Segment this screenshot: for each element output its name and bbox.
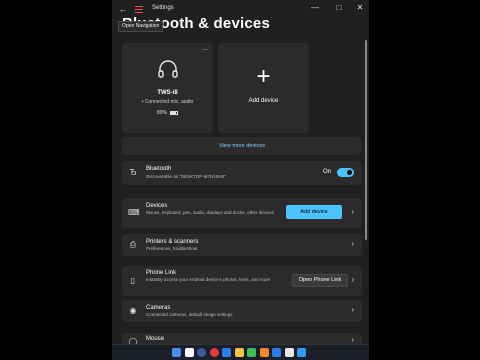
- bluetooth-icon: Ђ: [129, 168, 137, 177]
- mouse-icon: ◯: [128, 337, 138, 344]
- camera-icon: ◉: [129, 306, 137, 315]
- devices-subtitle: Mouse, keyboard, pen, audio, displays an…: [146, 210, 274, 215]
- store-icon[interactable]: [247, 348, 256, 357]
- notepad-icon[interactable]: [284, 348, 294, 357]
- device-battery: 80%: [122, 110, 213, 116]
- device-card-tws-i8[interactable]: ... TWS-i8 • Connected mic, audio 80%: [122, 43, 213, 133]
- settings-window: ← Settings — □ ✕ Bluetooth & devices Ope…: [112, 0, 369, 344]
- file-explorer-icon[interactable]: [234, 348, 244, 357]
- settings-app-icon[interactable]: [297, 348, 306, 357]
- headphones-icon: [158, 60, 178, 78]
- hamburger-menu-icon[interactable]: [133, 3, 145, 15]
- chevron-right-icon[interactable]: ›: [351, 207, 354, 216]
- add-device-button[interactable]: Add device: [286, 205, 342, 219]
- chevron-right-icon[interactable]: ›: [351, 305, 354, 314]
- mouse-title: Mouse: [146, 336, 165, 342]
- more-options-icon[interactable]: ...: [202, 45, 208, 52]
- add-device-card[interactable]: + Add device: [218, 43, 309, 133]
- back-arrow-icon[interactable]: ←: [117, 3, 129, 15]
- printers-title: Printers & scanners: [146, 239, 199, 245]
- phone-link-row[interactable]: ▯ Phone Link Instantly access your Andro…: [122, 266, 362, 296]
- chevron-right-icon[interactable]: ›: [351, 239, 354, 248]
- cameras-row[interactable]: ◉ Cameras Connected cameras, default ima…: [122, 300, 362, 322]
- bluetooth-toggle-label: On: [323, 169, 332, 175]
- scrollbar[interactable]: [365, 40, 367, 240]
- devices-title: Devices: [146, 203, 168, 209]
- chevron-right-icon[interactable]: ›: [351, 275, 354, 284]
- taskbar: [112, 344, 369, 360]
- bluetooth-row: Ђ Bluetooth Discoverable as "DESKTOP-M7N…: [122, 161, 362, 185]
- bluetooth-title: Bluetooth: [146, 166, 172, 172]
- battery-icon: [170, 110, 178, 115]
- phone-icon: ▯: [130, 276, 136, 285]
- start-icon[interactable]: [172, 348, 181, 357]
- device-name: TWS-i8: [157, 90, 178, 96]
- device-status: • Connected mic, audio: [141, 99, 194, 105]
- printer-icon: ⎙: [129, 240, 137, 249]
- phone-link-subtitle: Instantly access your Android device's p…: [146, 277, 271, 282]
- phone-link-title: Phone Link: [146, 270, 177, 276]
- maximize-icon[interactable]: □: [332, 2, 346, 14]
- mouse-row[interactable]: ◯ Mouse ›: [122, 333, 362, 344]
- bluetooth-subtitle: Discoverable as "DESKTOP-M7N10M4": [146, 174, 227, 179]
- view-more-devices-link[interactable]: View more devices: [122, 137, 362, 155]
- app-icon[interactable]: [259, 348, 269, 357]
- devices-row[interactable]: ⌨ Devices Mouse, keyboard, pen, audio, d…: [122, 198, 362, 228]
- window-title: Settings: [152, 5, 174, 11]
- cameras-subtitle: Connected cameras, default image setting…: [146, 312, 233, 317]
- open-phone-link-button[interactable]: Open Phone Link: [292, 274, 348, 287]
- cameras-title: Cameras: [146, 305, 171, 311]
- keyboard-devices-icon: ⌨: [128, 208, 140, 217]
- printers-scanners-row[interactable]: ⎙ Printers & scanners Preferences, troub…: [122, 234, 362, 256]
- minimize-icon[interactable]: —: [308, 2, 322, 14]
- bluetooth-toggle[interactable]: [337, 168, 354, 177]
- navigation-tooltip: Open Navigation: [118, 21, 164, 32]
- add-device-label: Add device: [248, 98, 279, 104]
- chrome-icon[interactable]: [209, 348, 219, 357]
- edge-icon[interactable]: [222, 348, 231, 357]
- mail-icon[interactable]: [272, 348, 281, 357]
- close-icon[interactable]: ✕: [353, 2, 367, 14]
- task-view-icon[interactable]: [197, 348, 206, 357]
- search-icon[interactable]: [184, 348, 194, 357]
- plus-icon: +: [256, 63, 271, 90]
- chevron-right-icon[interactable]: ›: [351, 335, 354, 344]
- printers-subtitle: Preferences, troubleshoot: [146, 246, 198, 251]
